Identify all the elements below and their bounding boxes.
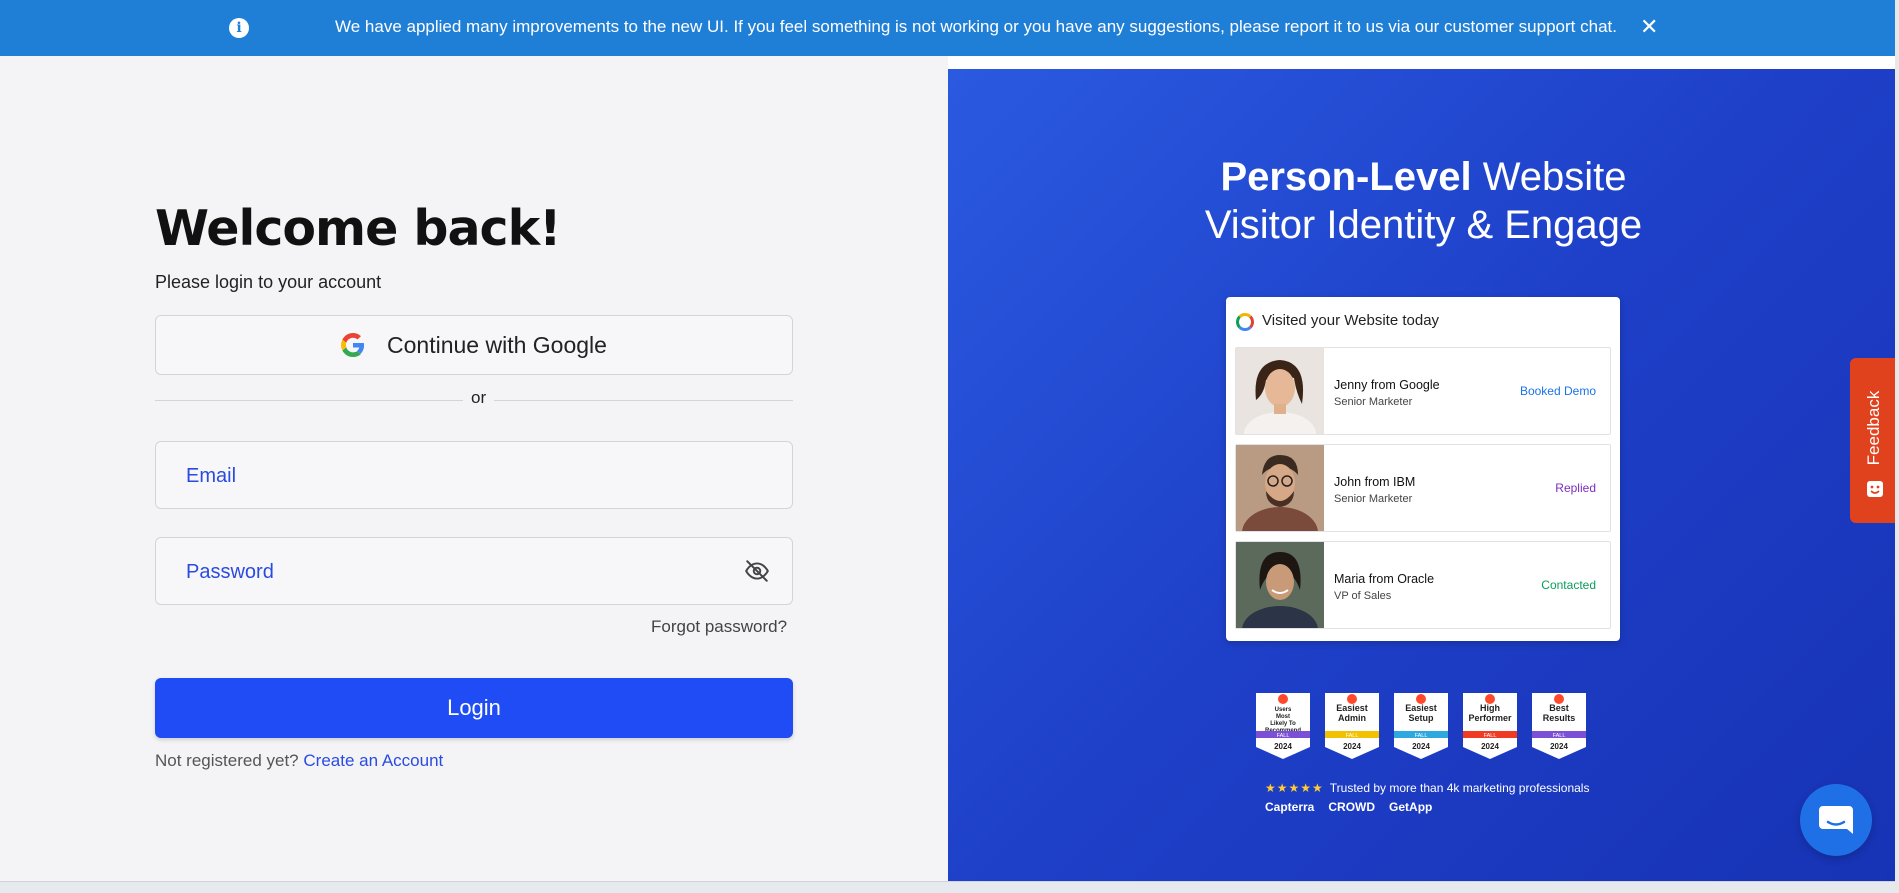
badge-year: 2024 <box>1481 742 1499 751</box>
visitor-status: Booked Demo <box>1519 384 1596 398</box>
visitor-role: VP of Sales <box>1334 590 1392 602</box>
star-rating-icon: ★★★★★ <box>1265 781 1324 795</box>
g2-badge: EasiestAdmin FALL 2024 <box>1325 693 1379 759</box>
g2-logo-icon <box>1278 694 1288 704</box>
visitor-role: Senior Marketer <box>1334 493 1413 505</box>
badge-title: Users <box>1275 707 1292 713</box>
visitor-row: John from IBM Senior Marketer Replied <box>1235 444 1611 532</box>
promo-headline: Person-Level Website Visitor Identity & … <box>948 153 1899 249</box>
not-registered-text: Not registered yet? <box>155 751 299 770</box>
g2-badge: EasiestSetup FALL 2024 <box>1394 693 1448 759</box>
smiley-icon <box>1867 481 1883 497</box>
banner-message: We have applied many improvements to the… <box>335 17 1617 36</box>
avatar <box>1236 348 1324 434</box>
login-subtitle: Please login to your account <box>155 272 382 292</box>
visitor-row: Maria from Oracle VP of Sales Contacted <box>1235 541 1611 629</box>
forgot-password-link[interactable]: Forgot password? <box>651 617 787 637</box>
getapp-logo: GetApp <box>1389 800 1433 814</box>
g2-badge: BestResults FALL 2024 <box>1532 693 1586 759</box>
visitor-status: Contacted <box>1541 578 1596 592</box>
avatar <box>1236 542 1324 628</box>
info-icon: i <box>229 18 249 38</box>
badge-season: FALL <box>1484 733 1497 739</box>
login-button[interactable]: Login <box>155 678 793 738</box>
google-login-button[interactable]: Continue with Google <box>155 315 793 375</box>
badge-title: Performer <box>1468 713 1512 723</box>
visitor-role: Senior Marketer <box>1334 396 1413 408</box>
badge-title: High <box>1480 703 1500 713</box>
chat-icon <box>1819 806 1853 834</box>
trusted-text: ★★★★★ Trusted by more than 4k marketing p… <box>1265 781 1589 795</box>
announcement-banner: i We have applied many improvements to t… <box>0 0 1899 56</box>
badge-title: Admin <box>1338 713 1366 723</box>
or-label: or <box>463 388 495 408</box>
signup-prompt: Not registered yet? Create an Account <box>155 751 443 771</box>
badge-title: Likely To <box>1270 721 1296 727</box>
headline-line2: Visitor Identity & Engage <box>1204 203 1643 247</box>
create-account-link[interactable]: Create an Account <box>303 751 443 770</box>
loading-ring-icon <box>1236 313 1254 331</box>
email-field[interactable] <box>155 441 793 510</box>
trusted-label: Trusted by more than 4k marketing profes… <box>1329 781 1590 795</box>
badge-title: Easiest <box>1405 703 1437 713</box>
visitor-status: Replied <box>1555 481 1596 495</box>
visitor-row: Jenny from Google Senior Marketer Booked… <box>1235 347 1611 435</box>
password-field[interactable] <box>155 537 793 606</box>
badge-season: FALL <box>1346 733 1359 739</box>
g2-badge: UsersMostLikely ToRecommendFALL2024 <box>1256 693 1310 759</box>
badge-year: 2024 <box>1343 742 1361 751</box>
badge-title: Setup <box>1408 713 1434 723</box>
taskbar <box>0 881 1899 893</box>
feedback-tab[interactable]: Feedback <box>1850 358 1899 523</box>
visitor-name: Maria from Oracle <box>1334 572 1435 586</box>
badge-title: Best <box>1549 703 1569 713</box>
card-title: Visited your Website today <box>1262 312 1440 329</box>
headline-rest: Website <box>1471 155 1627 199</box>
g2-badge: HighPerformer FALL 2024 <box>1463 693 1517 759</box>
page-title: Welcome back! <box>155 200 562 257</box>
review-logos: Capterra CROWD GetApp <box>1265 800 1432 814</box>
visitors-card: Visited your Website today Jenny from Go… <box>1226 297 1620 641</box>
badge-title: Results <box>1543 713 1576 723</box>
badge-title: Easiest <box>1336 703 1368 713</box>
avatar <box>1236 445 1324 531</box>
google-icon <box>341 333 365 357</box>
g2-badges: UsersMostLikely ToRecommendFALL2024Easie… <box>1254 691 1588 761</box>
visitor-name: Jenny from Google <box>1334 378 1440 392</box>
eye-off-icon[interactable] <box>744 558 770 584</box>
badge-season: FALL <box>1277 733 1290 739</box>
close-icon[interactable]: ✕ <box>1640 14 1658 40</box>
g2-crowd-logo: CROWD <box>1328 800 1376 814</box>
feedback-label: Feedback <box>1864 390 1883 466</box>
badge-year: 2024 <box>1412 742 1430 751</box>
scrollbar[interactable] <box>1895 0 1899 892</box>
badge-year: 2024 <box>1550 742 1568 751</box>
visitor-name: John from IBM <box>1334 475 1416 489</box>
password-input[interactable] <box>184 538 708 606</box>
badge-season: FALL <box>1415 733 1428 739</box>
badge-title: Most <box>1276 714 1290 720</box>
email-input[interactable] <box>184 442 708 510</box>
google-button-label: Continue with Google <box>387 331 607 358</box>
badge-season: FALL <box>1553 733 1566 739</box>
capterra-logo: Capterra <box>1265 800 1315 814</box>
chat-button[interactable] <box>1800 784 1872 856</box>
headline-bold: Person-Level <box>1220 155 1472 199</box>
badge-year: 2024 <box>1274 742 1292 751</box>
